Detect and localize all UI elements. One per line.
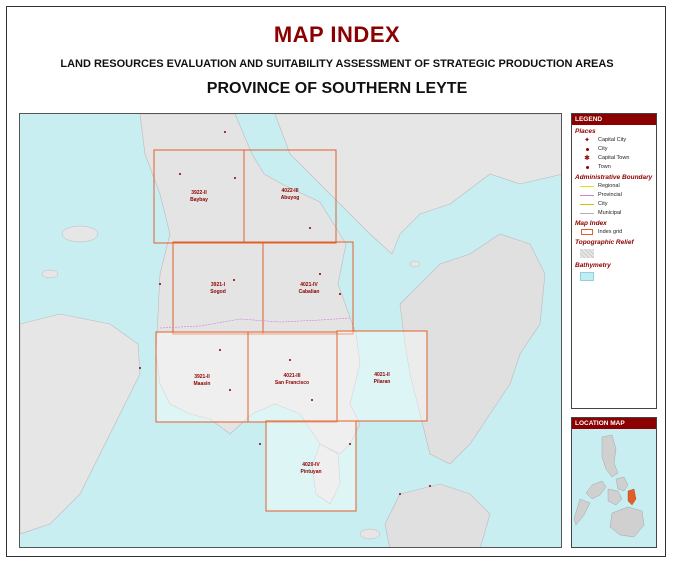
legend-panel: LEGEND Places ✦ Capital City City ✱ Capita… bbox=[571, 113, 657, 409]
grid-name-label: Abuyog bbox=[281, 195, 300, 201]
legend-place-row: Town bbox=[580, 163, 652, 171]
bathymetry-swatch-icon bbox=[580, 271, 594, 281]
location-map-panel: LOCATION MAP bbox=[571, 417, 657, 548]
legend-boundary-row: City bbox=[580, 200, 652, 208]
islet bbox=[409, 260, 421, 268]
grid-name-label: Pilaran bbox=[374, 379, 391, 385]
legend-place-row: ✦ Capital City bbox=[584, 136, 627, 144]
philippines-location-map bbox=[572, 429, 656, 547]
city-icon bbox=[585, 147, 589, 151]
islet bbox=[41, 269, 59, 279]
legend-boundary-row: Provincial bbox=[580, 191, 652, 199]
grid-name-label: Maasin bbox=[194, 381, 211, 387]
grid-name-label: San Francisco bbox=[275, 380, 309, 386]
grid-code-label: 4021-IV bbox=[300, 282, 318, 288]
location-map-title: LOCATION MAP bbox=[572, 418, 656, 429]
islet bbox=[359, 528, 381, 540]
legend-boundary-row: Regional bbox=[580, 182, 652, 190]
capital-city-icon: ✦ bbox=[584, 136, 590, 144]
grid-code-label: 3921-II bbox=[194, 374, 210, 380]
grid-name-label: Cabalian bbox=[299, 289, 320, 295]
bohol-landmass bbox=[20, 313, 141, 535]
legend-index-row: Index grid bbox=[580, 228, 652, 236]
legend-place-row: City bbox=[580, 145, 652, 153]
grid-name-label: Pintuyan bbox=[300, 469, 321, 475]
town-icon bbox=[585, 165, 589, 169]
map-canvas: 3922-II Baybay 4022-III Abuyog 3921-I So… bbox=[20, 114, 561, 547]
main-map[interactable]: 3922-II Baybay 4022-III Abuyog 3921-I So… bbox=[19, 113, 562, 548]
grid-code-label: 4021-III bbox=[284, 373, 302, 379]
legend-index-heading: Map Index bbox=[575, 220, 607, 227]
relief-swatch-icon bbox=[580, 248, 594, 258]
grid-code-label: 3921-I bbox=[211, 282, 226, 288]
legend-relief-heading: Topographic Relief bbox=[575, 239, 634, 246]
province-title: PROVINCE OF SOUTHERN LEYTE bbox=[206, 80, 468, 97]
legend-boundary-row: Municipal bbox=[580, 209, 652, 217]
islet bbox=[61, 225, 99, 243]
grid-name-label: Baybay bbox=[190, 197, 208, 203]
legend-bathy-heading: Bathymetry bbox=[575, 262, 611, 269]
legend-title: LEGEND bbox=[572, 114, 656, 125]
grid-code-label: 3922-II bbox=[191, 190, 207, 196]
index-grid-icon bbox=[581, 229, 593, 235]
map-title: MAP INDEX bbox=[273, 22, 401, 47]
grid-code-label: 4021-II bbox=[374, 372, 390, 378]
legend-relief-row bbox=[580, 247, 652, 259]
legend-place-row: ✱ Capital Town bbox=[584, 154, 630, 162]
legend-places-heading: Places bbox=[575, 128, 596, 135]
grid-code-label: 4022-III bbox=[282, 188, 300, 194]
legend-bathy-row bbox=[580, 270, 652, 282]
map-subtitle: LAND RESOURCES EVALUATION AND SUITABILIT… bbox=[60, 58, 614, 70]
grid-code-label: 4020-IV bbox=[302, 462, 320, 468]
grid-name-label: Sogod bbox=[210, 289, 226, 295]
legend-boundary-heading: Administrative Boundary bbox=[575, 174, 653, 181]
capital-town-icon: ✱ bbox=[584, 154, 590, 162]
